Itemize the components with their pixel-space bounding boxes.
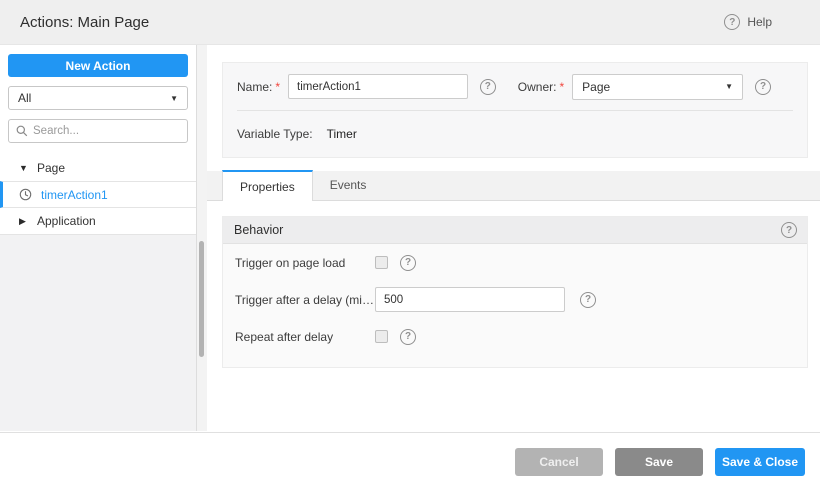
trigger-on-page-load-row: Trigger on page load ? bbox=[223, 244, 807, 281]
name-input[interactable] bbox=[288, 74, 468, 99]
repeat-after-delay-row: Repeat after delay ? bbox=[223, 318, 807, 355]
behavior-section-title: Behavior bbox=[234, 223, 284, 237]
chevron-down-icon: ▼ bbox=[170, 93, 178, 103]
tree-item-label: Application bbox=[37, 214, 96, 228]
scrollbar-track bbox=[197, 45, 207, 431]
trigger-on-page-load-help-icon[interactable]: ? bbox=[400, 254, 416, 271]
tab-properties[interactable]: Properties bbox=[222, 170, 313, 201]
chevron-down-icon: ▼ bbox=[725, 82, 733, 91]
delay-milliseconds-input[interactable] bbox=[375, 287, 565, 312]
editor-tabbar: Properties Events bbox=[207, 170, 820, 201]
required-asterisk: * bbox=[275, 79, 281, 94]
clock-icon bbox=[19, 188, 32, 201]
tab-label: Events bbox=[329, 178, 367, 192]
trigger-on-page-load-label: Trigger on page load bbox=[235, 255, 346, 270]
trigger-on-page-load-checkbox[interactable] bbox=[375, 256, 388, 269]
tab-label: Properties bbox=[240, 179, 295, 194]
variable-type-label: Variable Type: bbox=[237, 127, 313, 141]
cancel-button[interactable]: Cancel bbox=[515, 447, 603, 476]
behavior-section: Behavior ? Trigger on page load ? Trigge… bbox=[222, 216, 808, 368]
name-help-icon[interactable]: ? bbox=[479, 78, 496, 95]
tab-events[interactable]: Events bbox=[313, 170, 384, 200]
actions-sidebar: New Action All ▼ ▼ Page bbox=[0, 45, 197, 431]
owner-select-value: Page bbox=[582, 79, 611, 94]
help-button[interactable]: ? Help bbox=[724, 14, 772, 30]
actions-tree: ▼ Page timerAction1 ▶ Application bbox=[0, 154, 196, 235]
help-label: Help bbox=[747, 15, 772, 29]
search-box[interactable] bbox=[8, 119, 188, 143]
repeat-after-delay-checkbox[interactable] bbox=[375, 330, 388, 343]
help-circle-icon: ? bbox=[724, 14, 741, 30]
behavior-help-icon[interactable]: ? bbox=[781, 222, 797, 238]
save-and-close-button[interactable]: Save & Close bbox=[715, 447, 805, 476]
search-icon bbox=[16, 125, 28, 137]
action-editor-panel: Name: * ? Owner: * Page ▼ ? Variable Typ… bbox=[207, 45, 820, 432]
name-label: Name: bbox=[237, 79, 273, 94]
caret-expanded-icon: ▼ bbox=[19, 162, 28, 173]
new-action-button[interactable]: New Action bbox=[8, 54, 188, 77]
actions-dialog: Actions: Main Page ? Help New Action All… bbox=[0, 0, 820, 490]
dialog-header: Actions: Main Page ? Help bbox=[0, 0, 820, 45]
dialog-body: New Action All ▼ ▼ Page bbox=[0, 45, 820, 432]
tree-item-application[interactable]: ▶ Application bbox=[0, 208, 196, 235]
repeat-after-delay-label: Repeat after delay bbox=[235, 329, 334, 344]
search-input[interactable] bbox=[33, 125, 187, 137]
variable-type-row: Variable Type: Timer bbox=[237, 110, 793, 157]
trigger-after-delay-help-icon[interactable]: ? bbox=[580, 291, 596, 308]
section-padding bbox=[223, 355, 807, 367]
owner-label: Owner: bbox=[517, 79, 557, 94]
save-button[interactable]: Save bbox=[615, 447, 703, 476]
tree-item-label: timerAction1 bbox=[41, 187, 108, 202]
filter-select-value: All bbox=[18, 91, 32, 105]
tree-item-label: Page bbox=[37, 160, 66, 175]
properties-tab-content: Behavior ? Trigger on page load ? Trigge… bbox=[207, 201, 820, 432]
sidebar-controls: New Action All ▼ bbox=[0, 45, 196, 143]
trigger-after-delay-row: Trigger after a delay (millisec… ? bbox=[223, 281, 807, 318]
page-title: Actions: Main Page bbox=[20, 13, 150, 31]
filter-select[interactable]: All ▼ bbox=[8, 86, 188, 110]
action-summary-card: Name: * ? Owner: * Page ▼ ? Variable Typ… bbox=[222, 62, 808, 158]
tree-item-page[interactable]: ▼ Page bbox=[0, 154, 196, 181]
repeat-after-delay-help-icon[interactable]: ? bbox=[400, 328, 416, 345]
behavior-section-header: Behavior ? bbox=[223, 217, 807, 244]
caret-collapsed-icon: ▶ bbox=[19, 215, 26, 226]
trigger-after-delay-label: Trigger after a delay (millisec… bbox=[235, 292, 375, 307]
variable-type-value: Timer bbox=[326, 127, 357, 141]
required-asterisk: * bbox=[559, 79, 565, 94]
owner-select[interactable]: Page ▼ bbox=[572, 73, 743, 100]
sidebar-empty-area bbox=[0, 235, 196, 431]
owner-help-icon[interactable]: ? bbox=[755, 78, 771, 95]
dialog-footer: Cancel Save Save & Close bbox=[0, 432, 820, 490]
scrollbar-thumb[interactable] bbox=[199, 241, 204, 357]
tree-item-timeraction1[interactable]: timerAction1 bbox=[0, 181, 196, 208]
name-owner-row: Name: * ? Owner: * Page ▼ ? bbox=[237, 63, 793, 110]
